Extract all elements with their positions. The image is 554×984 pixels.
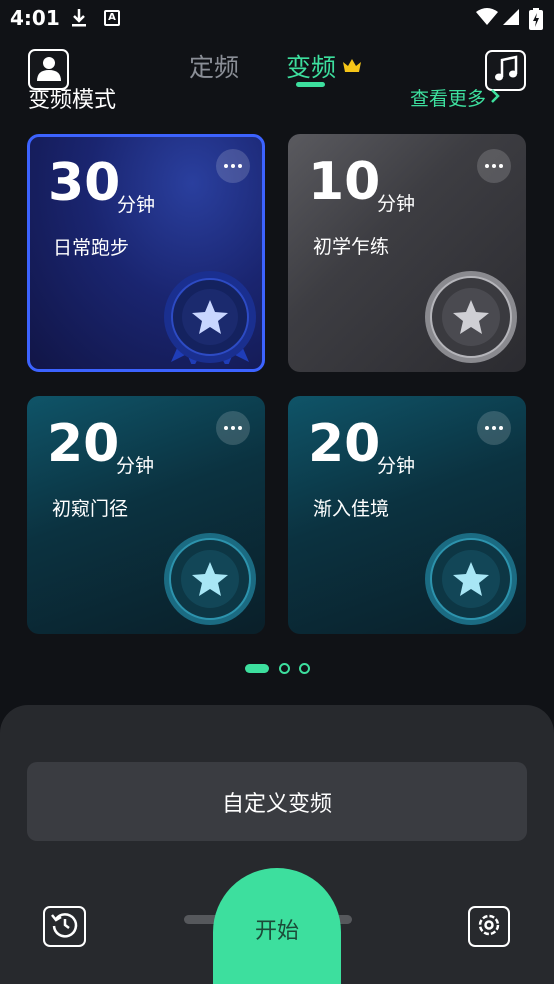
card-unit: 分钟 bbox=[117, 194, 156, 216]
settings-button[interactable] bbox=[468, 906, 510, 947]
star-badge-icon bbox=[424, 270, 518, 364]
custom-frequency-button[interactable]: 自定义变频 bbox=[27, 762, 527, 841]
tab-fixed-frequency[interactable]: 定频 bbox=[189, 48, 239, 84]
star-badge-icon bbox=[424, 532, 518, 626]
music-icon bbox=[493, 54, 519, 87]
card-minutes: 20 bbox=[47, 414, 120, 474]
more-dots-icon[interactable] bbox=[477, 149, 511, 183]
more-dots-icon[interactable] bbox=[477, 411, 511, 445]
status-time: 4:01 bbox=[10, 6, 60, 30]
signal-icon bbox=[502, 8, 520, 30]
card-minutes: 10 bbox=[308, 152, 381, 212]
settings-icon bbox=[476, 912, 502, 942]
card-name: 初窥门径 bbox=[52, 498, 129, 520]
download-icon bbox=[70, 8, 88, 32]
tab-variable-frequency[interactable]: 变频 bbox=[286, 48, 336, 84]
star-badge-icon bbox=[163, 270, 257, 368]
card-name: 日常跑步 bbox=[53, 237, 130, 259]
view-more-link[interactable]: 查看更多 bbox=[410, 84, 500, 111]
start-button[interactable]: 开始 bbox=[213, 868, 341, 984]
battery-icon bbox=[529, 8, 543, 34]
card-minutes: 30 bbox=[48, 153, 121, 213]
chevron-right-icon bbox=[490, 87, 500, 109]
active-tab-indicator bbox=[296, 82, 325, 87]
status-bar: 4:01 A bbox=[0, 0, 554, 36]
card-name: 渐入佳境 bbox=[313, 498, 390, 520]
section-title: 变频模式 bbox=[28, 88, 117, 113]
card-name: 初学乍练 bbox=[313, 236, 390, 258]
pager-dot[interactable] bbox=[299, 663, 310, 674]
card-minutes: 20 bbox=[308, 414, 381, 474]
star-badge-icon bbox=[163, 532, 257, 626]
crown-icon bbox=[342, 58, 362, 78]
a-icon: A bbox=[104, 10, 120, 26]
history-icon bbox=[50, 911, 79, 943]
avatar-icon bbox=[35, 54, 63, 86]
mode-card-beginner[interactable]: 10 分钟 初学乍练 bbox=[288, 134, 526, 372]
start-label: 开始 bbox=[254, 919, 299, 944]
mode-card-novice[interactable]: 20 分钟 初窥门径 bbox=[27, 396, 265, 634]
more-dots-icon[interactable] bbox=[216, 149, 250, 183]
mode-card-advancing[interactable]: 20 分钟 渐入佳境 bbox=[288, 396, 526, 634]
card-unit: 分钟 bbox=[377, 455, 416, 477]
wifi-icon bbox=[476, 8, 498, 30]
pager-dot[interactable] bbox=[279, 663, 290, 674]
more-dots-icon[interactable] bbox=[216, 411, 250, 445]
history-button[interactable] bbox=[43, 906, 86, 947]
card-unit: 分钟 bbox=[377, 193, 416, 215]
mode-card-daily-run[interactable]: 30 分钟 日常跑步 bbox=[27, 134, 265, 372]
view-more-label: 查看更多 bbox=[410, 88, 487, 110]
pager-dot-active[interactable] bbox=[245, 664, 269, 673]
card-unit: 分钟 bbox=[116, 455, 155, 477]
